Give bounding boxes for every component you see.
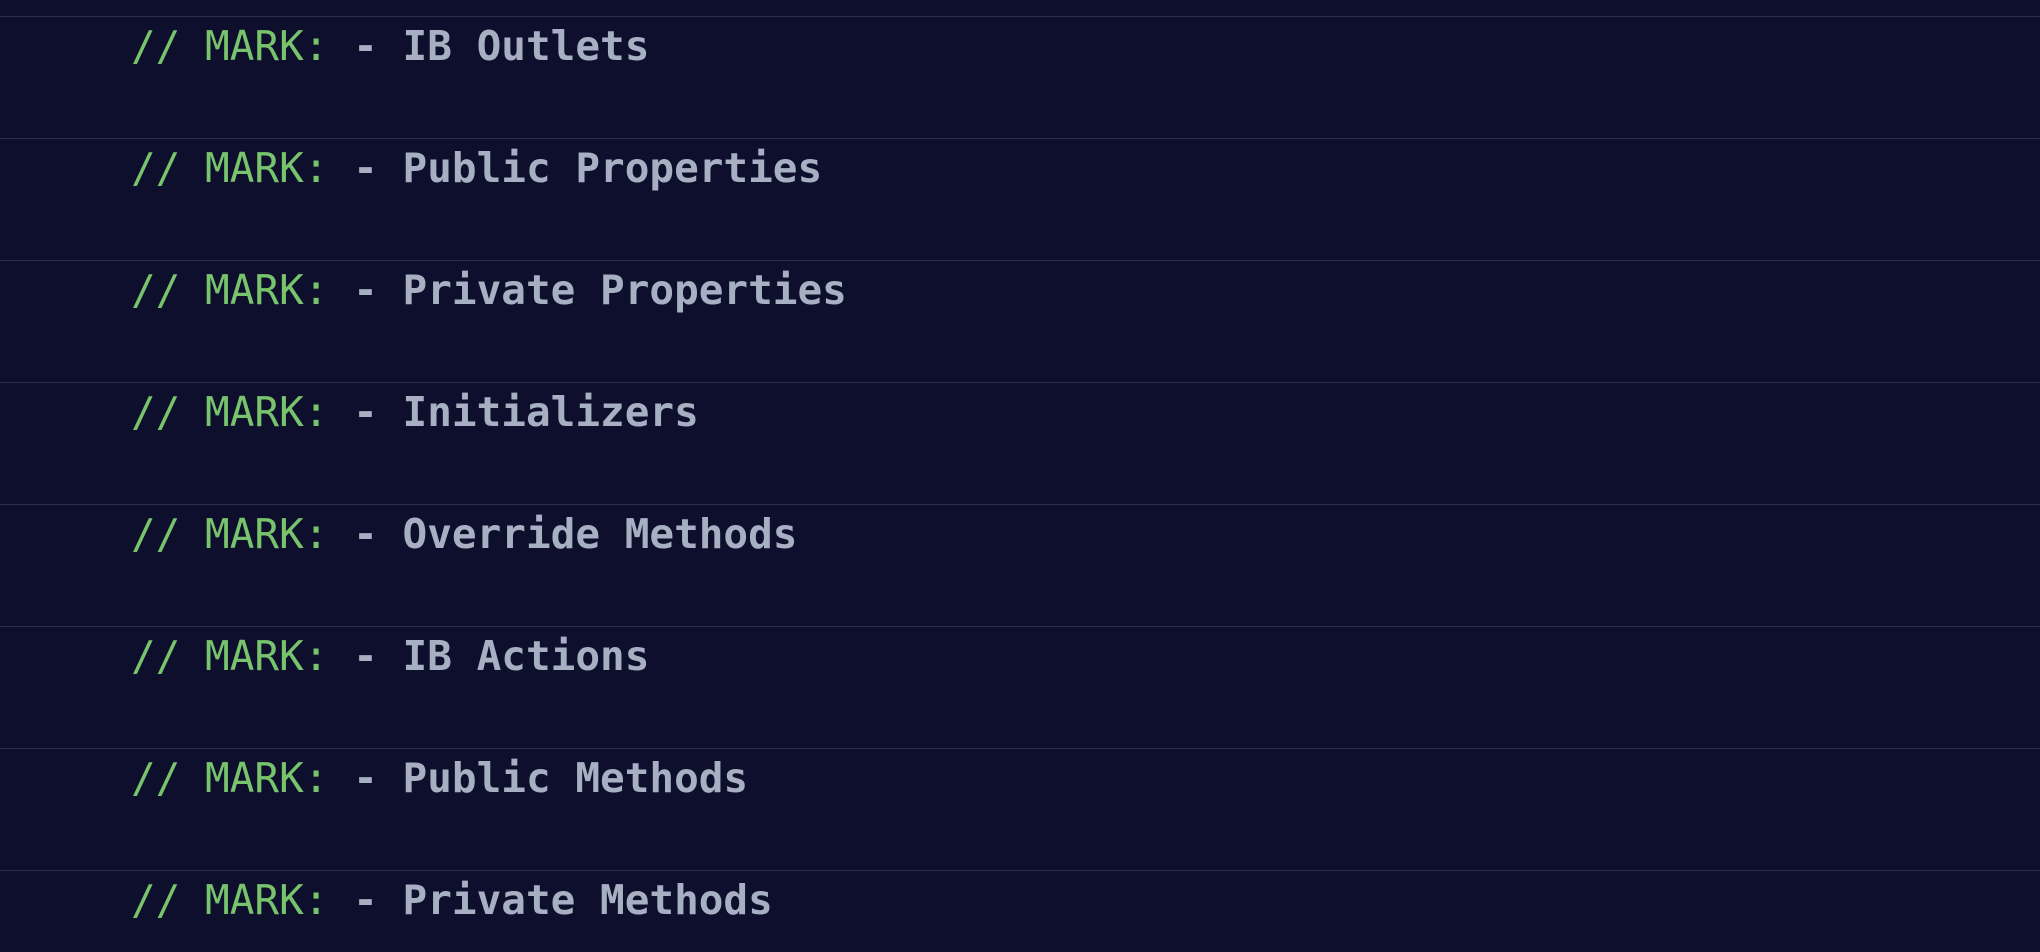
code-text: // MARK: - Override Methods — [131, 509, 798, 559]
comment-prefix: // MARK: — [131, 632, 354, 680]
mark-line-public-methods[interactable]: // MARK: - Public Methods — [0, 748, 2040, 870]
code-text: // MARK: - IB Actions — [131, 631, 649, 681]
comment-prefix: // MARK: — [131, 876, 354, 924]
mark-title: - IB Actions — [353, 632, 650, 680]
mark-title: - Override Methods — [353, 510, 798, 558]
mark-line-private-properties[interactable]: // MARK: - Private Properties — [0, 260, 2040, 382]
mark-line-ib-outlets[interactable]: // MARK: - IB Outlets — [0, 16, 2040, 138]
comment-prefix: // MARK: — [131, 266, 354, 314]
mark-line-override-methods[interactable]: // MARK: - Override Methods — [0, 504, 2040, 626]
code-text: // MARK: - Private Properties — [131, 265, 847, 315]
code-editor[interactable]: // MARK: - IB Outlets // MARK: - Public … — [0, 0, 2040, 952]
mark-title: - Public Methods — [353, 754, 749, 802]
mark-line-initializers[interactable]: // MARK: - Initializers — [0, 382, 2040, 504]
mark-line-private-methods[interactable]: // MARK: - Private Methods — [0, 870, 2040, 952]
code-text: // MARK: - IB Outlets — [131, 21, 649, 71]
comment-prefix: // MARK: — [131, 144, 354, 192]
comment-prefix: // MARK: — [131, 510, 354, 558]
mark-line-public-properties[interactable]: // MARK: - Public Properties — [0, 138, 2040, 260]
mark-title: - Initializers — [353, 388, 699, 436]
mark-title: - IB Outlets — [353, 22, 650, 70]
code-text: // MARK: - Initializers — [131, 387, 699, 437]
comment-prefix: // MARK: — [131, 22, 354, 70]
code-text: // MARK: - Private Methods — [131, 875, 773, 925]
mark-line-ib-actions[interactable]: // MARK: - IB Actions — [0, 626, 2040, 748]
mark-title: - Public Properties — [353, 144, 823, 192]
code-text: // MARK: - Public Methods — [131, 753, 748, 803]
mark-title: - Private Methods — [353, 876, 773, 924]
comment-prefix: // MARK: — [131, 754, 354, 802]
code-text: // MARK: - Public Properties — [131, 143, 822, 193]
mark-title: - Private Properties — [353, 266, 847, 314]
comment-prefix: // MARK: — [131, 388, 354, 436]
